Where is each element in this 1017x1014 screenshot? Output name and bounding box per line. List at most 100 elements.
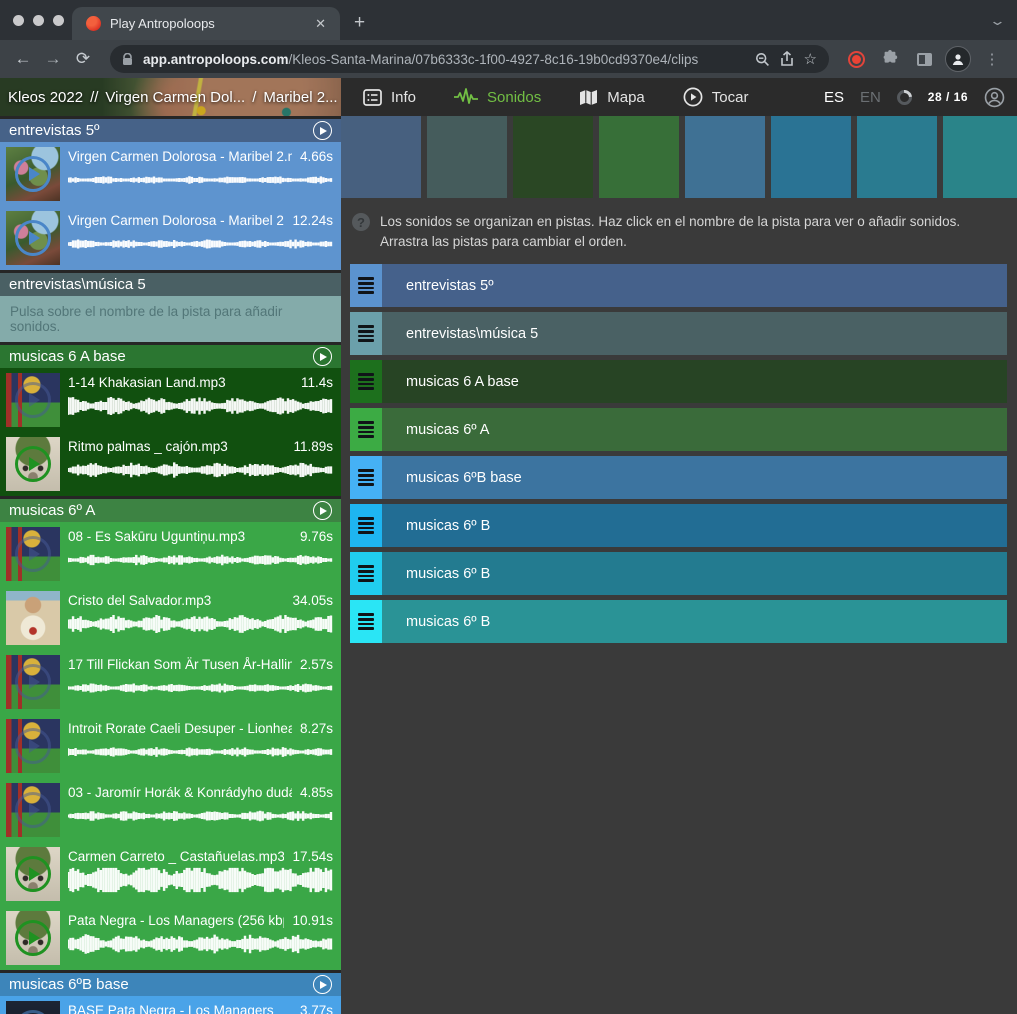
nav-tab-sonidos[interactable]: Sonidos [454,88,541,106]
address-bar[interactable]: app.antropoloops.com/Kleos-Santa-Marina/… [110,45,829,73]
nav-tab-info[interactable]: Info [363,89,416,106]
clip-play-icon[interactable] [15,856,51,892]
clip-waveform[interactable] [68,611,333,637]
window-zoom-button[interactable] [53,15,64,26]
audio-clip[interactable]: Pata Negra - Los Managers (256 kbps).mp3… [0,906,341,970]
clip-play-icon[interactable] [15,920,51,956]
track-play-button[interactable] [313,501,332,520]
map-preview-strip[interactable]: Kleos 2022 // Virgen Carmen Dol... / Mar… [0,78,341,116]
zoom-page-icon[interactable] [755,52,770,67]
nav-tab-mapa[interactable]: Mapa [579,89,645,106]
back-button[interactable]: ← [10,49,36,69]
clip-play-icon[interactable] [15,664,51,700]
track-section-header[interactable]: musicas 6º A [0,499,341,522]
track-color-swatch[interactable] [943,116,1017,198]
macos-traffic-lights[interactable] [13,15,64,26]
track-color-swatch[interactable] [857,116,937,198]
track-play-button[interactable] [313,975,332,994]
track-drag-handle[interactable] [350,552,382,595]
track-row-body[interactable]: musicas 6º A [382,408,1007,451]
clip-play-icon[interactable] [15,382,51,418]
tab-close-icon[interactable]: ✕ [311,14,330,34]
track-drag-handle[interactable] [350,408,382,451]
audio-clip[interactable]: 17 Till Flickan Som Är Tusen År-Halling … [0,650,341,714]
bookmark-star-icon[interactable]: ☆ [804,50,817,68]
breadcrumb-item[interactable]: Maribel 2... [263,89,337,106]
tab-search-chevron-icon[interactable]: ⌄ [989,13,1006,29]
track-row-body[interactable]: musicas 6 A base [382,360,1007,403]
track-play-button[interactable] [313,121,332,140]
clip-play-icon[interactable] [15,728,51,764]
breadcrumb-group[interactable]: Virgen Carmen Dol... [105,89,245,106]
track-color-swatch[interactable] [599,116,679,198]
track-section-header[interactable]: musicas 6ºB base [0,973,341,996]
clip-play-icon[interactable] [15,446,51,482]
track-color-swatch[interactable] [341,116,421,198]
audio-clip[interactable]: Carmen Carreto _ Castañuelas.mp317.54s [0,842,341,906]
side-panel-icon[interactable] [909,44,939,74]
track-row-body[interactable]: entrevistas\música 5 [382,312,1007,355]
clip-waveform[interactable] [68,931,333,957]
clip-waveform[interactable] [68,739,333,765]
track-color-swatch[interactable] [427,116,507,198]
account-icon[interactable] [984,87,1005,108]
language-es[interactable]: ES [824,89,844,106]
clip-play-icon[interactable] [15,1010,51,1014]
audio-clip[interactable]: 1-14 Khakasian Land.mp311.4s [0,368,341,432]
nav-tab-tocar[interactable]: Tocar [683,87,749,107]
track-row[interactable]: musicas 6º B [350,552,1007,595]
new-tab-button[interactable]: + [354,12,365,34]
browser-tab[interactable]: Play Antropoloops ✕ [72,7,340,40]
audio-clip[interactable]: Virgen Carmen Dolorosa - Maribel 2.mp312… [0,206,341,270]
browser-menu-icon[interactable]: ⋮ [977,44,1007,74]
clip-waveform[interactable] [68,547,333,573]
window-minimize-button[interactable] [33,15,44,26]
lock-icon[interactable] [122,53,133,66]
window-close-button[interactable] [13,15,24,26]
clip-waveform[interactable] [68,803,333,829]
audio-clip[interactable]: BASE Pata Negra - Los Managers3.77s [0,996,341,1014]
audio-clip[interactable]: 03 - Jaromír Horák & Konrádyho dudácká .… [0,778,341,842]
track-section-header[interactable]: entrevistas\música 5 [0,273,341,296]
breadcrumb-project[interactable]: Kleos 2022 [8,89,83,106]
track-drag-handle[interactable] [350,456,382,499]
track-color-swatch[interactable] [513,116,593,198]
track-drag-handle[interactable] [350,504,382,547]
profile-avatar[interactable] [943,44,973,74]
clip-play-icon[interactable] [15,536,51,572]
audio-clip[interactable]: Cristo del Salvador.mp334.05s [0,586,341,650]
track-row[interactable]: musicas 6 A base [350,360,1007,403]
track-row-body[interactable]: musicas 6º B [382,552,1007,595]
track-row[interactable]: entrevistas\música 5 [350,312,1007,355]
clip-play-icon[interactable] [15,156,51,192]
track-row-body[interactable]: musicas 6º B [382,600,1007,643]
language-en[interactable]: EN [860,89,881,106]
track-color-swatch[interactable] [685,116,765,198]
reload-button[interactable]: ⟳ [70,49,96,69]
audio-clip[interactable]: 08 - Es Sakūru Uguntiņu.mp39.76s [0,522,341,586]
track-row-body[interactable]: musicas 6º B [382,504,1007,547]
track-color-swatch[interactable] [771,116,851,198]
clip-play-icon[interactable] [15,792,51,828]
clip-play-icon[interactable] [15,220,51,256]
track-drag-handle[interactable] [350,600,382,643]
clip-waveform[interactable] [68,393,333,419]
clip-waveform[interactable] [68,167,333,193]
track-drag-handle[interactable] [350,264,382,307]
track-row[interactable]: musicas 6º B [350,504,1007,547]
track-row-body[interactable]: musicas 6ºB base [382,456,1007,499]
track-drag-handle[interactable] [350,360,382,403]
clip-waveform[interactable] [68,231,333,257]
clips-sidebar[interactable]: entrevistas 5ºVirgen Carmen Dolorosa - M… [0,116,341,1014]
track-section-header[interactable]: musicas 6 A base [0,345,341,368]
share-icon[interactable] [780,51,794,67]
track-row[interactable]: entrevistas 5º [350,264,1007,307]
clip-waveform[interactable] [68,867,333,893]
record-extension-icon[interactable] [841,44,871,74]
audio-clip[interactable]: Ritmo palmas _ cajón.mp311.89s [0,432,341,496]
audio-clip[interactable]: Introit Rorate Caeli Desuper - Lionheart… [0,714,341,778]
audio-clip[interactable]: Virgen Carmen Dolorosa - Maribel 2.mp34.… [0,142,341,206]
clip-waveform[interactable] [68,675,333,701]
track-drag-handle[interactable] [350,312,382,355]
track-play-button[interactable] [313,347,332,366]
